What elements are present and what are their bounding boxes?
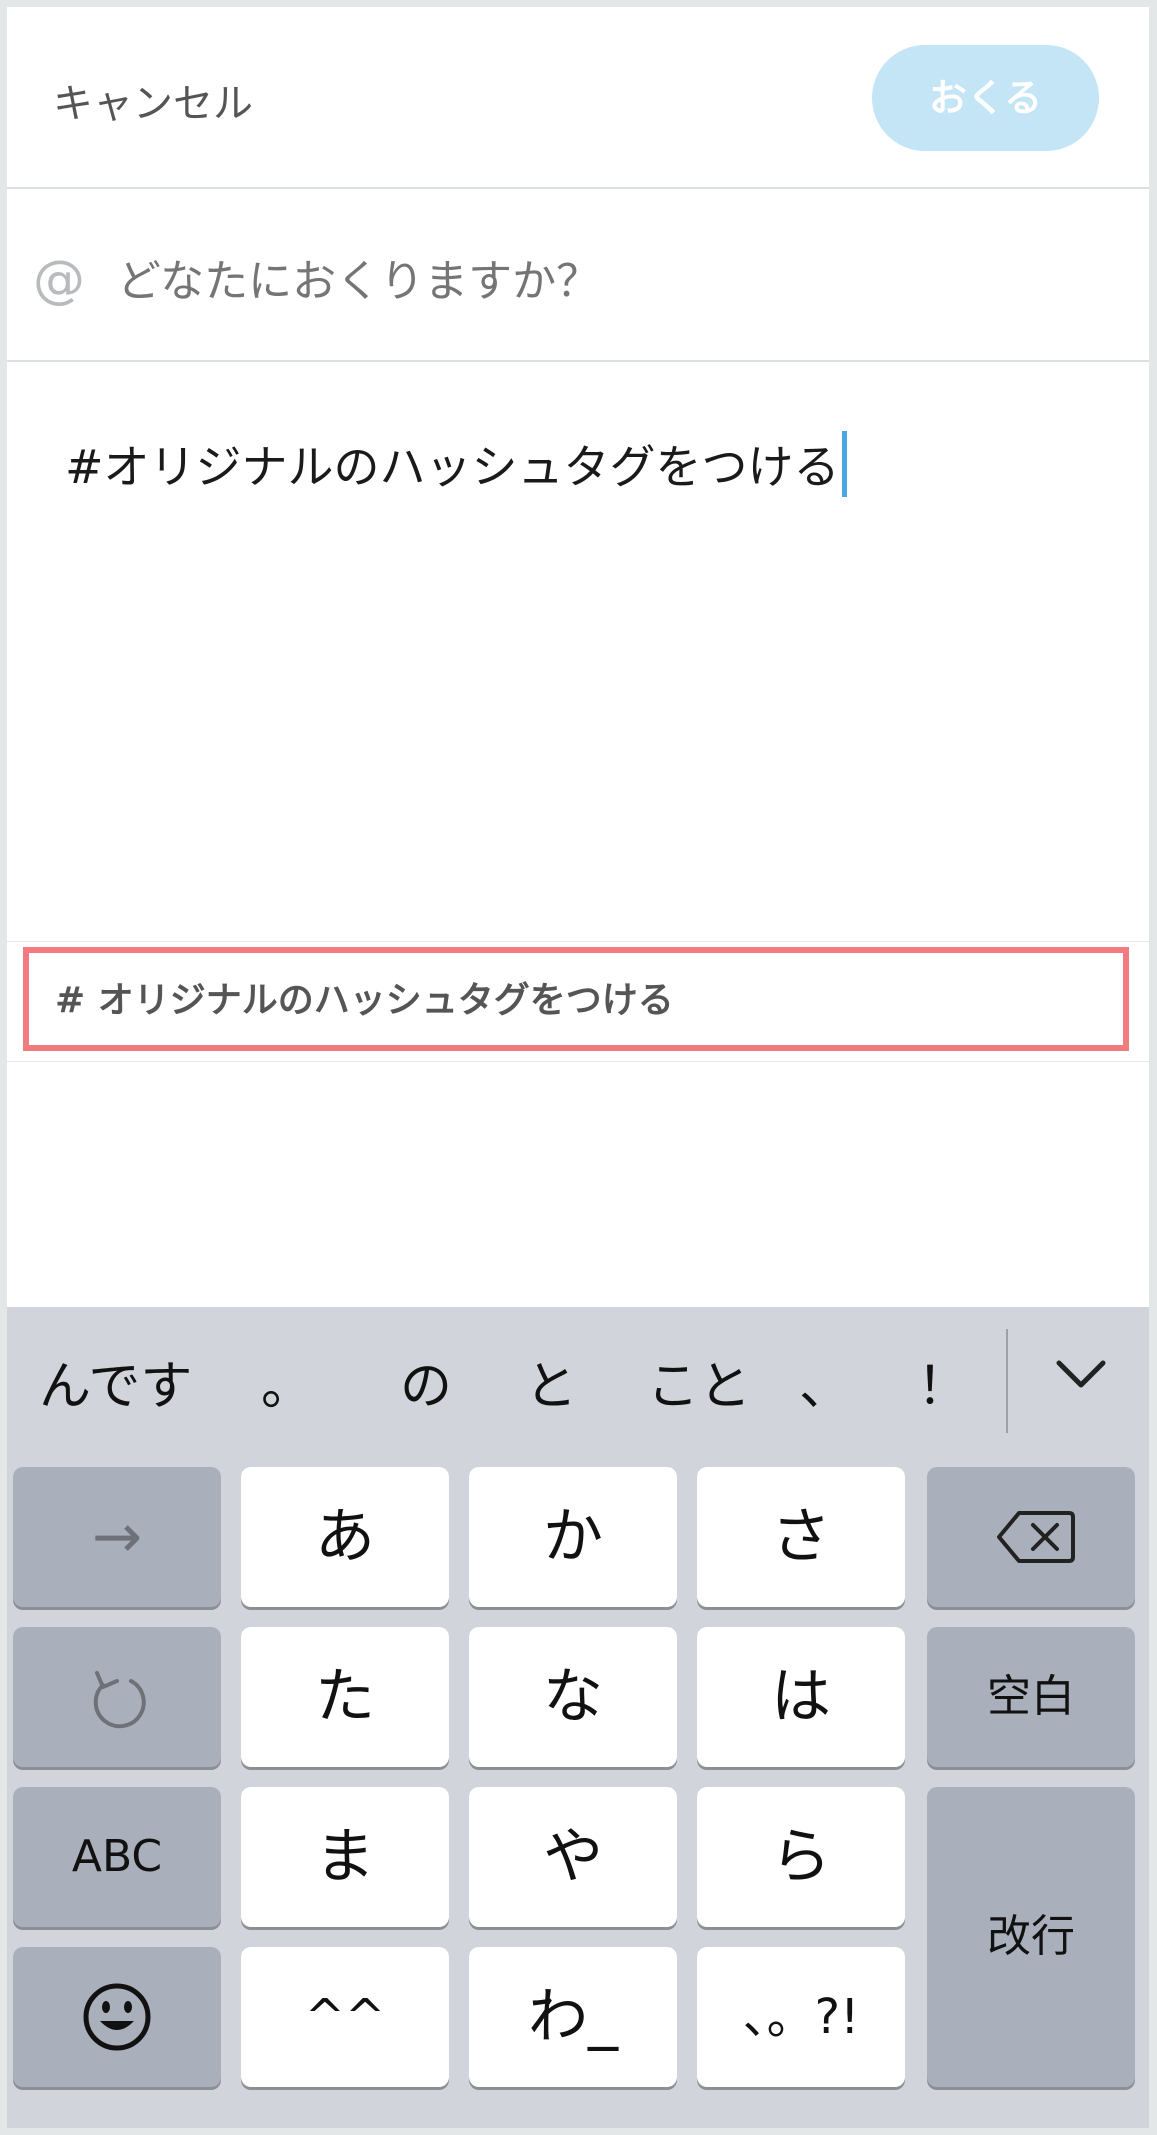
key-wa[interactable]: わ_ [469, 1947, 677, 2087]
emoji-key[interactable] [13, 1947, 221, 2087]
message-body[interactable]: #オリジナルのハッシュタグをつける [65, 431, 847, 497]
cancel-button[interactable]: キャンセル [53, 79, 253, 129]
recipient-input[interactable] [117, 255, 1017, 309]
text-caret [841, 431, 847, 497]
message-text: #オリジナルのハッシュタグをつける [65, 440, 840, 494]
backspace-icon [997, 1511, 1075, 1563]
key-ma[interactable]: ま [241, 1787, 449, 1927]
compose-screen: キャンセル おくる @ #オリジナルのハッシュタグをつける # オリジナルのハッ… [7, 7, 1149, 2128]
key-label: 、。?! [742, 1989, 860, 2045]
key-label: ^^ [304, 1989, 386, 2045]
key-label: か [543, 1502, 603, 1572]
key-label: さ [771, 1502, 831, 1572]
prediction-item[interactable]: 、 [799, 1357, 851, 1417]
undo-key[interactable] [13, 1627, 221, 1767]
key-na[interactable]: な [469, 1627, 677, 1767]
key-ha[interactable]: は [697, 1627, 905, 1767]
hashtag-suggestion[interactable]: # オリジナルのハッシュタグをつける [23, 947, 1129, 1051]
emoji-icon [83, 1983, 151, 2051]
key-label: わ_ [528, 1982, 618, 2052]
space-key-label: 空白 [987, 1671, 1075, 1722]
key-kaomoji[interactable]: ^^ [241, 1947, 449, 2087]
chevron-down-icon[interactable] [1055, 1355, 1107, 1395]
key-label: あ [315, 1502, 375, 1572]
key-label: や [543, 1822, 603, 1892]
backspace-key[interactable] [927, 1467, 1135, 1607]
key-punctuation[interactable]: 、。?! [697, 1947, 905, 2087]
key-ka[interactable]: か [469, 1467, 677, 1607]
prediction-bar: んです 。 の と こと 、 ！ [7, 1307, 1149, 1457]
key-ya[interactable]: や [469, 1787, 677, 1927]
arrow-key-label: → [91, 1502, 143, 1572]
key-label: な [543, 1662, 603, 1732]
suggestion-top-line [7, 941, 1149, 942]
key-ra[interactable]: ら [697, 1787, 905, 1927]
at-icon: @ [33, 250, 85, 310]
prediction-item[interactable]: ！ [917, 1357, 969, 1417]
prediction-item[interactable]: と [525, 1357, 577, 1417]
undo-icon [93, 1671, 146, 1729]
header-divider [7, 187, 1149, 189]
key-label: ま [315, 1822, 375, 1892]
key-label: た [315, 1662, 375, 1732]
key-ta[interactable]: た [241, 1627, 449, 1767]
arrow-key[interactable]: → [13, 1467, 221, 1607]
recipient-divider [7, 360, 1149, 362]
send-button[interactable]: おくる [872, 45, 1099, 151]
suggestion-bottom-line [7, 1061, 1149, 1062]
prediction-item[interactable]: 。 [261, 1357, 313, 1417]
keyboard: んです 。 の と こと 、 ！ → あ か さ た な は 空白 ABC ま … [7, 1307, 1149, 2128]
abc-key[interactable]: ABC [13, 1787, 221, 1927]
key-a[interactable]: あ [241, 1467, 449, 1607]
return-key[interactable]: 改行 [927, 1787, 1135, 2087]
abc-key-label: ABC [71, 1831, 163, 1882]
space-key[interactable]: 空白 [927, 1627, 1135, 1767]
return-key-label: 改行 [987, 1911, 1075, 1962]
key-label: は [771, 1662, 831, 1732]
prediction-item[interactable]: んです [39, 1357, 192, 1417]
header: キャンセル おくる [7, 7, 1149, 187]
hashtag-suggestion-label: # オリジナルのハッシュタグをつける [55, 980, 674, 1021]
key-sa[interactable]: さ [697, 1467, 905, 1607]
key-label: ら [771, 1822, 831, 1892]
prediction-item[interactable]: の [400, 1357, 452, 1417]
prediction-item[interactable]: こと [647, 1357, 751, 1417]
prediction-separator [1006, 1329, 1008, 1433]
